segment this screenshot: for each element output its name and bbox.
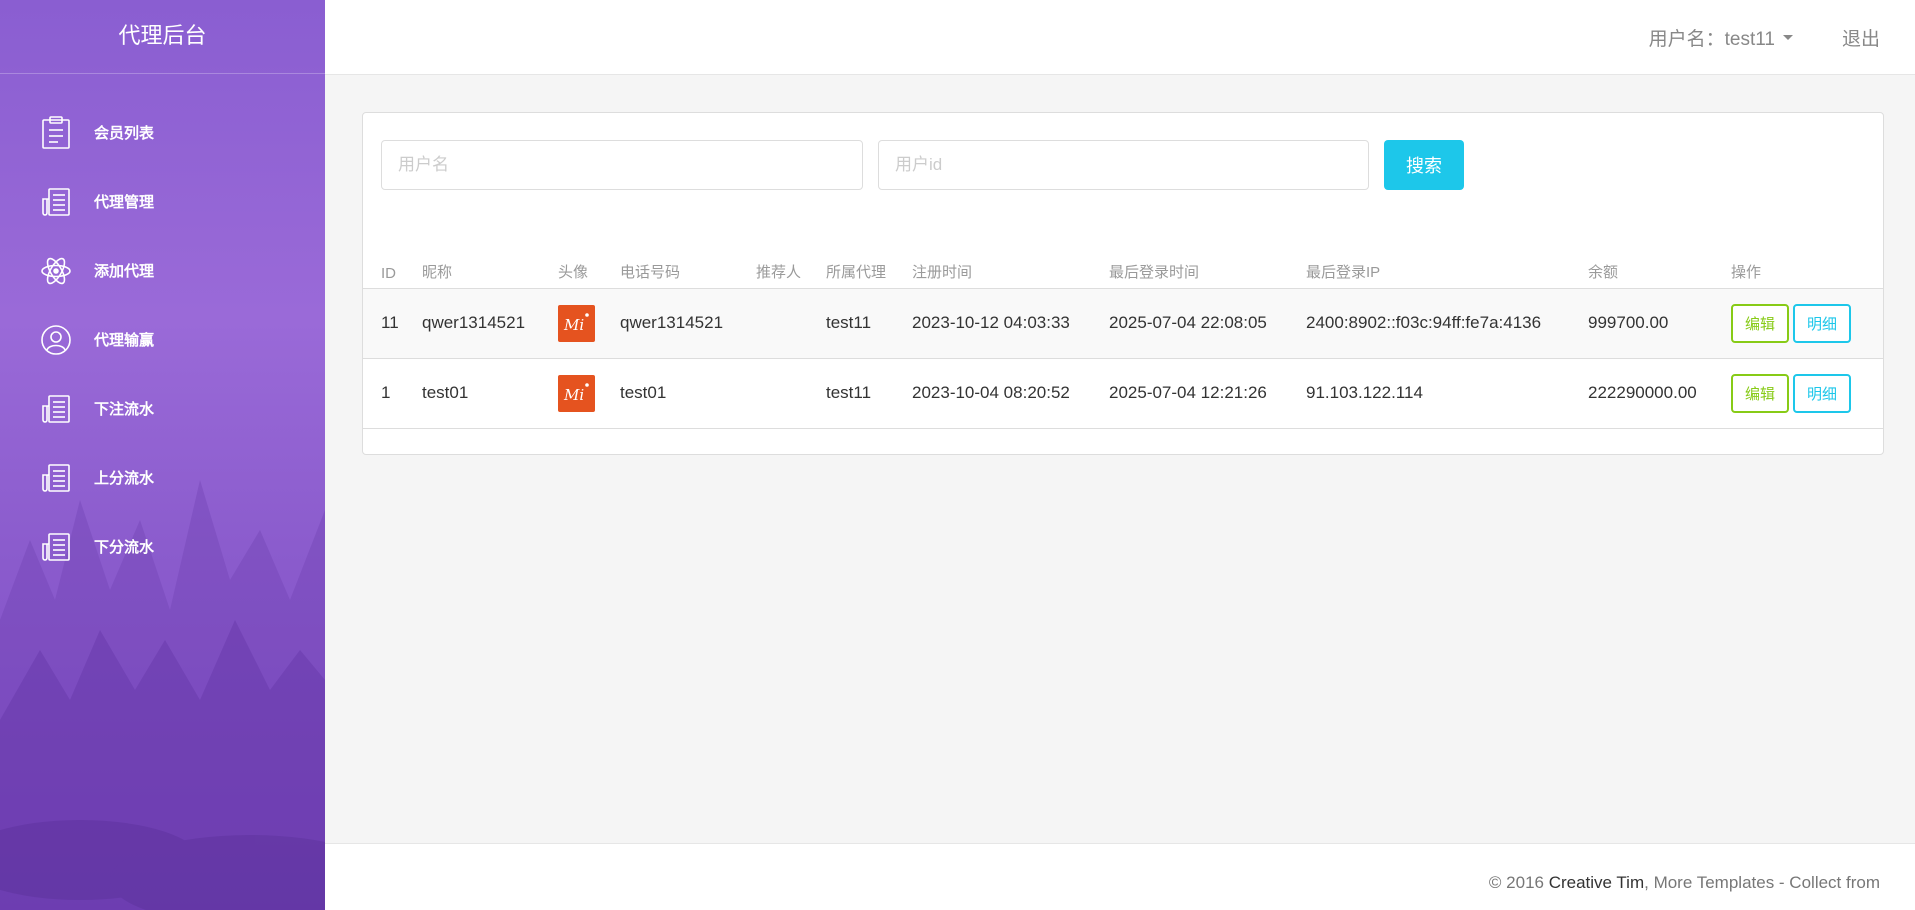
column-header-nickname: 昵称 [422, 263, 453, 281]
edit-button[interactable]: 编辑 [1731, 373, 1789, 413]
brand-title[interactable]: 代理后台 [0, 0, 325, 74]
news-icon [40, 530, 72, 564]
userid-search-input[interactable] [878, 140, 1369, 190]
sidebar-item-add-agent[interactable]: 添加代理 [0, 236, 325, 305]
cell-id: 1 [381, 383, 391, 402]
sidebar-item-label: 下分流水 [94, 539, 155, 556]
detail-button[interactable]: 明细 [1793, 303, 1851, 343]
author-link[interactable]: Creative Tim [1549, 873, 1644, 892]
column-header-phone: 电话号码 [620, 263, 681, 281]
cell-avatar: Mi [558, 358, 620, 428]
cell-balance: 222290000.00 [1588, 383, 1697, 402]
logout-link[interactable]: 退出 [1842, 24, 1880, 51]
sidebar-item-label: 下注流水 [94, 401, 155, 418]
top-navbar: 用户名：test11 退出 [325, 0, 1915, 75]
footer-rest-text: , More Templates - Collect from [1644, 873, 1880, 892]
sidebar: 代理后台 会员列表 代理管理 添加代理 代理输赢 下注流水 上分流水 下分流水 [0, 0, 325, 910]
cell-actions: 编辑 明细 [1731, 288, 1883, 358]
cell-actions: 编辑 明细 [1731, 358, 1883, 428]
sidebar-item-credit-in-records[interactable]: 上分流水 [0, 443, 325, 512]
news-icon [40, 185, 72, 219]
table-row: 11 qwer1314521 Mi qwer1314521 test11 202… [363, 288, 1883, 358]
column-header-last-login: 最后登录时间 [1109, 263, 1200, 281]
column-header-id: ID [381, 264, 396, 282]
copyright-text: © 2016 [1488, 873, 1549, 892]
svg-text:Mi: Mi [563, 386, 584, 404]
column-header-avatar: 头像 [558, 263, 589, 281]
sidebar-item-label: 添加代理 [94, 263, 155, 280]
user-circle-icon [40, 323, 72, 357]
member-table: ID 昵称 头像 电话号码 推荐人 所属代理 注册时间 最后登录时间 最后登录I… [363, 248, 1883, 429]
column-header-last-ip: 最后登录IP [1306, 263, 1381, 281]
svg-text:Mi: Mi [563, 316, 584, 334]
detail-button[interactable]: 明细 [1793, 373, 1851, 413]
sidebar-item-label: 代理输赢 [94, 332, 155, 349]
avatar: Mi [558, 374, 595, 412]
user-menu-dropdown[interactable]: 用户名：test11 [1649, 24, 1793, 51]
sidebar-item-bet-records[interactable]: 下注流水 [0, 374, 325, 443]
sidebar-nav: 会员列表 代理管理 添加代理 代理输赢 下注流水 上分流水 下分流水 [0, 98, 325, 581]
edit-button[interactable]: 编辑 [1731, 303, 1789, 343]
sidebar-item-member-list[interactable]: 会员列表 [0, 98, 325, 167]
sidebar-item-credit-out-records[interactable]: 下分流水 [0, 512, 325, 581]
cell-referrer [756, 358, 826, 428]
table-row: 1 test01 Mi test01 test11 2023-10-04 08:… [363, 358, 1883, 428]
cell-balance: 999700.00 [1588, 313, 1669, 332]
footer: © 2016 Creative Tim, More Templates - Co… [325, 843, 1915, 910]
cell-id: 11 [381, 313, 399, 332]
avatar: Mi [558, 304, 595, 342]
sidebar-item-label: 会员列表 [94, 125, 155, 142]
column-header-referrer: 推荐人 [756, 263, 802, 281]
footer-copyright: © 2016 Creative Tim, More Templates - Co… [1489, 873, 1880, 893]
column-header-actions: 操作 [1731, 263, 1762, 281]
column-header-registered: 注册时间 [912, 263, 973, 281]
username-label: 用户名：test11 [1648, 29, 1775, 50]
cell-last-ip: 91.103.122.114 [1306, 383, 1423, 402]
sidebar-item-label: 代理管理 [94, 194, 155, 211]
table-header-row: ID 昵称 头像 电话号码 推荐人 所属代理 注册时间 最后登录时间 最后登录I… [363, 248, 1883, 288]
search-bar: 搜索 [381, 140, 1464, 190]
cell-agent: test11 [826, 313, 872, 332]
cell-last-login: 2025-07-04 12:21:26 [1109, 383, 1267, 402]
cell-referrer [756, 288, 826, 358]
cell-nickname: test01 [422, 383, 469, 402]
column-header-balance: 余额 [1588, 263, 1619, 281]
cell-avatar: Mi [558, 288, 620, 358]
sidebar-item-agent-win-loss[interactable]: 代理输赢 [0, 305, 325, 374]
clipboard-icon [40, 115, 72, 150]
news-icon [40, 392, 72, 426]
cell-last-login: 2025-07-04 22:08:05 [1109, 313, 1267, 332]
cell-last-ip: 2400:8902::f03c:94ff:fe7a:4136 [1306, 313, 1542, 332]
member-list-card: 搜索 ID 昵称 头像 电话号码 推荐人 所属代理 注册时间 最后登录时间 最后… [362, 112, 1884, 455]
cell-phone: test01 [620, 383, 667, 402]
caret-down-icon [1783, 35, 1793, 40]
search-button[interactable]: 搜索 [1384, 140, 1464, 190]
username-search-input[interactable] [381, 140, 863, 190]
column-header-agent: 所属代理 [826, 263, 887, 281]
cell-registered: 2023-10-12 04:03:33 [912, 313, 1070, 332]
atom-icon [40, 254, 72, 288]
cell-agent: test11 [826, 383, 872, 402]
sidebar-item-agent-management[interactable]: 代理管理 [0, 167, 325, 236]
cell-registered: 2023-10-04 08:20:52 [912, 383, 1070, 402]
cell-nickname: qwer1314521 [422, 313, 526, 332]
cell-phone: qwer1314521 [620, 313, 724, 332]
news-icon [40, 461, 72, 495]
sidebar-item-label: 上分流水 [94, 470, 155, 487]
